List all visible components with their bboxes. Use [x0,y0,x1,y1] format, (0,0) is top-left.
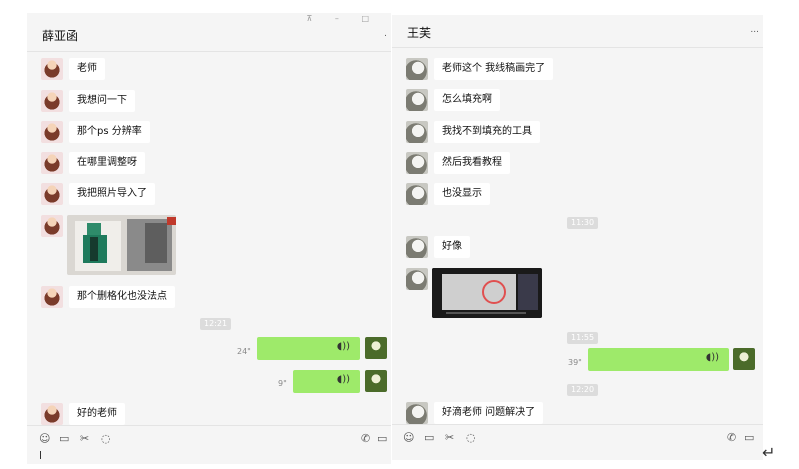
self-avatar[interactable] [733,348,755,370]
screenshot-thumbnail [432,268,542,318]
avatar[interactable] [406,58,428,80]
voice-message[interactable]: ◖)) [588,348,729,371]
message-bubble[interactable]: 怎么填充啊 [434,89,500,111]
enter-icon[interactable]: ↵ [762,443,775,462]
avatar[interactable] [41,183,63,205]
avatar[interactable] [41,215,63,237]
chat-bubble-icon[interactable]: ◌ [101,432,111,445]
avatar[interactable] [41,90,63,112]
avatar[interactable] [406,152,428,174]
avatar[interactable] [406,402,428,424]
avatar[interactable] [406,121,428,143]
text-cursor[interactable] [40,451,41,459]
voice-wave-icon: ◖)) [705,352,719,363]
emoji-icon[interactable]: ☺ [403,431,414,444]
voice-wave-icon: ◖)) [336,341,350,352]
scissors-icon[interactable]: ✂ [80,432,89,445]
folder-icon[interactable]: ▭ [59,432,69,445]
voice-message[interactable]: ◖)) [293,370,360,393]
avatar[interactable] [41,121,63,143]
timestamp: 12:21 [200,318,232,330]
emoji-icon[interactable]: ☺ [39,432,50,445]
avatar[interactable] [406,268,428,290]
self-avatar[interactable] [365,370,387,392]
more-icon[interactable]: ... [750,25,759,35]
message-bubble[interactable]: 那个ps 分辨率 [69,121,150,143]
chat-window-left: ⊼ – □ 薛亚函 . 老师 我想问一下 那个ps 分辨率 在哪里调整呀 我把照… [27,13,391,464]
message-bubble[interactable]: 在哪里调整呀 [69,152,145,174]
message-bubble[interactable]: 好像 [434,236,470,258]
message-bubble[interactable]: 好的老师 [69,403,125,425]
phone-icon[interactable]: ✆ [727,431,736,444]
video-icon[interactable]: ▭ [744,431,754,444]
message-bubble[interactable]: 老师 [69,58,105,80]
avatar[interactable] [41,286,63,308]
header-divider [27,51,391,52]
video-icon[interactable]: ▭ [377,432,387,445]
avatar[interactable] [406,89,428,111]
message-bubble[interactable]: 好滴老师 问题解决了 [434,402,544,424]
message-bubble[interactable]: 老师这个 我线稿画完了 [434,58,554,80]
photo-thumbnail [67,215,176,275]
message-bubble[interactable]: 我把照片导入了 [69,183,155,205]
toolbar-divider [27,425,391,426]
window-controls[interactable]: ⊼ – □ [307,14,380,23]
phone-icon[interactable]: ✆ [361,432,370,445]
avatar[interactable] [406,236,428,258]
avatar[interactable] [41,152,63,174]
message-bubble[interactable]: 然后我看教程 [434,152,510,174]
chat-title: 王芙 [407,26,432,40]
more-icon[interactable]: . [384,29,387,39]
timestamp: 11:30 [567,217,599,229]
avatar[interactable] [406,183,428,205]
message-bubble[interactable]: 我找不到填充的工具 [434,121,540,143]
voice-duration: 9" [278,379,287,388]
image-message[interactable] [67,215,176,275]
self-avatar[interactable] [365,337,387,359]
timestamp: 12:20 [567,384,599,396]
image-message[interactable] [432,268,542,318]
scissors-icon[interactable]: ✂ [445,431,454,444]
voice-message[interactable]: ◖)) [257,337,360,360]
avatar[interactable] [41,403,63,425]
voice-wave-icon: ◖)) [336,374,350,385]
chat-bubble-icon[interactable]: ◌ [466,431,476,444]
chat-window-right: 王芙 ... 老师这个 我线稿画完了 怎么填充啊 我找不到填充的工具 然后我看教… [392,15,763,460]
message-bubble[interactable]: 也没显示 [434,183,490,205]
toolbar-divider [392,424,763,425]
timestamp: 11:55 [567,332,599,344]
avatar[interactable] [41,58,63,80]
message-bubble[interactable]: 那个删格化也没法点 [69,286,175,308]
chat-title: 薛亚函 [42,29,79,43]
header-divider [392,47,763,48]
voice-duration: 39" [568,358,582,367]
voice-duration: 24" [237,347,251,356]
message-bubble[interactable]: 我想问一下 [69,90,135,112]
folder-icon[interactable]: ▭ [424,431,434,444]
